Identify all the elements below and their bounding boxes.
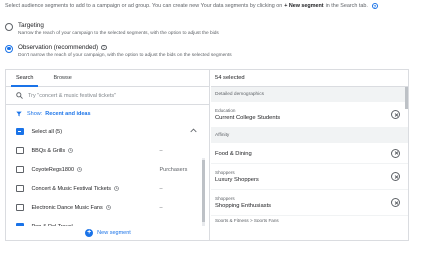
clock-icon xyxy=(114,186,119,191)
intro-text-after: in the Search tab. xyxy=(325,3,368,9)
remove-icon[interactable] xyxy=(391,172,400,181)
remove-icon[interactable] xyxy=(391,148,400,158)
selected-item-category: Shoppers xyxy=(215,196,235,202)
show-filter[interactable]: Show: Recent and ideas xyxy=(6,105,209,122)
list-item[interactable]: Concert & Music Festival Tickets – xyxy=(6,179,209,198)
selected-item: Food & Dining xyxy=(211,143,408,164)
selected-item: Shoppers Luxury Shoppers xyxy=(211,164,408,190)
intro-text-before: Select audience segments to add to a cam… xyxy=(5,3,283,9)
segment-picker: Search Browse Try "concert & music festi… xyxy=(5,69,409,241)
cut-off-item: Sports & Fitness > Sports Fans xyxy=(215,218,279,222)
search-input[interactable]: Try "concert & music festival tickets" xyxy=(6,87,209,105)
selected-count: 54 selected xyxy=(211,70,408,87)
selected-item-name: Current College Students xyxy=(215,114,281,121)
observation-radio[interactable] xyxy=(5,44,13,53)
remove-icon[interactable] xyxy=(391,198,400,207)
selected-item-category: Education xyxy=(215,108,236,114)
list-item[interactable]: CoyoteRegs1800 Purchasers xyxy=(6,160,209,179)
selected-item-name: Luxury Shoppers xyxy=(215,176,259,183)
help-icon[interactable]: ? xyxy=(371,3,378,9)
new-segment-label: New segment xyxy=(97,230,131,236)
observation-title: Observation (recommended) xyxy=(18,44,99,51)
selected-item: Education Current College Students xyxy=(211,102,408,128)
show-value: Recent and ideas xyxy=(45,110,91,117)
targeting-description: Narrow the reach of your campaign to the… xyxy=(18,31,219,36)
segment-extra: Purchasers xyxy=(159,166,188,173)
selected-item-category: Shoppers xyxy=(215,170,235,176)
segment-checkbox[interactable] xyxy=(16,165,24,174)
clock-icon xyxy=(105,205,111,210)
segment-label: Electronic Dance Music Fans xyxy=(31,204,103,211)
remove-icon[interactable] xyxy=(391,110,400,119)
select-all-label: Select all (5) xyxy=(31,128,63,135)
chevron-up-icon[interactable] xyxy=(190,128,197,133)
selected-item-name: Food & Dining xyxy=(215,150,252,157)
intro-text: Select audience segments to add to a cam… xyxy=(5,3,430,9)
segment-checkbox[interactable] xyxy=(16,146,24,155)
segment-extra: – xyxy=(159,147,163,154)
search-placeholder: Try "concert & music festival tickets" xyxy=(28,92,117,99)
targeting-title: Targeting xyxy=(18,22,44,29)
search-icon xyxy=(16,92,23,99)
clock-icon xyxy=(77,167,82,172)
segment-label: Concert & Music Festival Tickets xyxy=(31,185,111,192)
list-item[interactable]: Electronic Dance Music Fans – xyxy=(6,198,209,217)
group-header: Affinity xyxy=(211,128,408,143)
selected-pane: 54 selected Detailed demographics Educat… xyxy=(211,70,408,240)
targeting-option[interactable]: Targeting Narrow the reach of your campa… xyxy=(5,22,219,36)
intro-bold: + New segment xyxy=(284,3,324,9)
observation-option[interactable]: Observation (recommended) ? Don't narrow… xyxy=(5,44,232,58)
show-label: Show: xyxy=(27,110,43,117)
segment-extra: – xyxy=(159,204,163,211)
segment-checkbox[interactable] xyxy=(16,184,24,193)
clock-icon xyxy=(68,148,73,153)
group-header: Detailed demographics xyxy=(211,87,408,102)
plus-icon: + xyxy=(85,229,94,237)
scrollbar-thumb[interactable] xyxy=(202,160,205,222)
segment-label: BBQs & Grills xyxy=(31,147,66,154)
tab-browse[interactable]: Browse xyxy=(43,70,81,86)
list-item[interactable]: BBQs & Grills – xyxy=(6,141,209,160)
new-segment-button[interactable]: + New segment xyxy=(6,226,209,240)
select-all-checkbox[interactable] xyxy=(16,127,24,136)
filter-icon xyxy=(16,111,22,116)
tab-bar: Search Browse xyxy=(6,70,209,87)
selected-item: Shoppers Shopping Enthusiasts xyxy=(211,190,408,216)
observation-description: Don't narrow the reach of your campaign,… xyxy=(18,53,232,58)
select-all-row[interactable]: Select all (5) xyxy=(6,122,209,141)
search-pane: Search Browse Try "concert & music festi… xyxy=(6,70,210,240)
segment-checkbox[interactable] xyxy=(16,203,24,212)
segment-label: CoyoteRegs1800 xyxy=(31,166,75,173)
help-icon[interactable]: ? xyxy=(101,44,107,51)
scrollbar-thumb[interactable] xyxy=(405,87,408,109)
tab-search[interactable]: Search xyxy=(6,70,43,87)
selected-item-name: Shopping Enthusiasts xyxy=(215,202,272,209)
segment-extra: – xyxy=(159,185,163,192)
targeting-radio[interactable] xyxy=(5,22,13,31)
